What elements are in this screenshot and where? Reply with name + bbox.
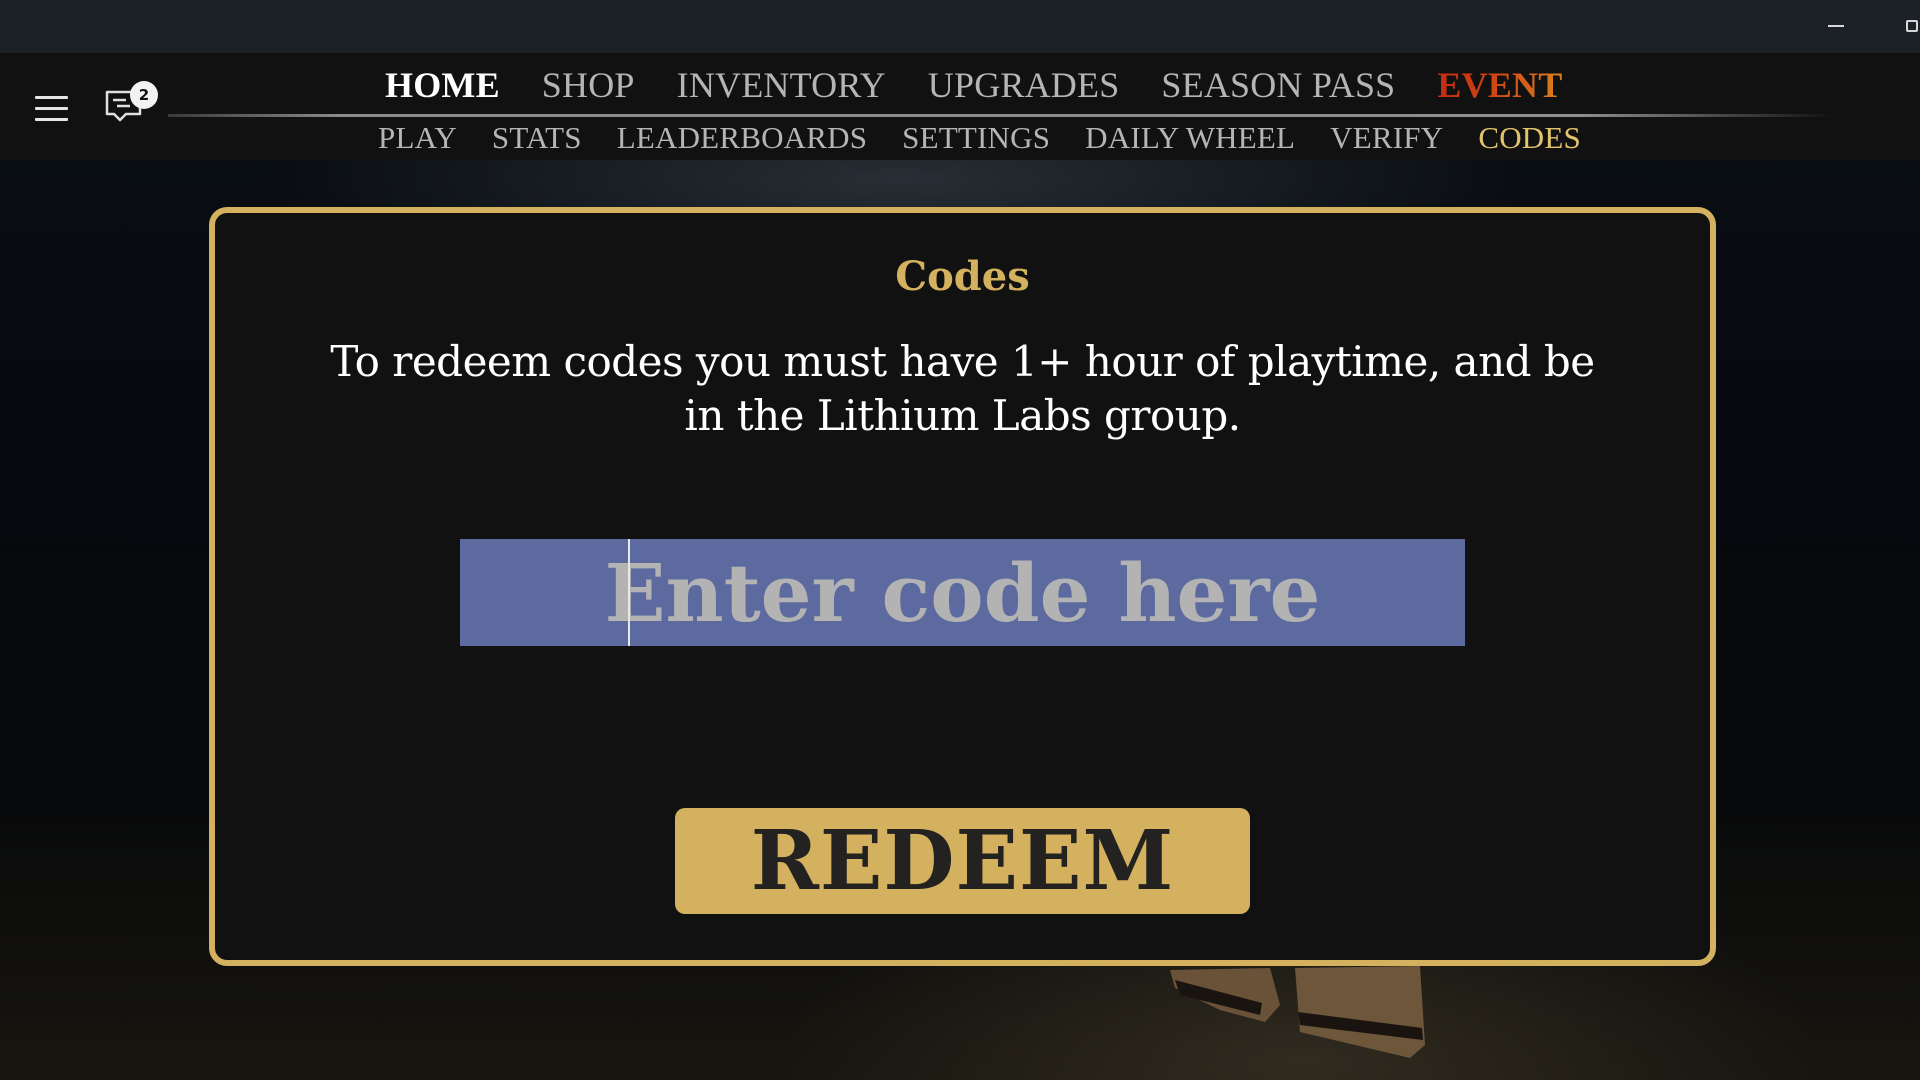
secondary-nav: PLAY STATS LEADERBOARDS SETTINGS DAILY W… xyxy=(378,118,1616,158)
restore-icon[interactable] xyxy=(1906,20,1918,32)
primary-nav: HOME SHOP INVENTORY UPGRADES SEASON PASS… xyxy=(385,62,1604,108)
text-caret xyxy=(628,539,630,646)
panel-title: Codes xyxy=(895,253,1030,300)
chat-notification-badge: 2 xyxy=(130,81,158,109)
nav-tab-verify[interactable]: VERIFY xyxy=(1330,120,1443,156)
hamburger-menu-icon[interactable] xyxy=(30,88,74,128)
nav-tab-daily-wheel[interactable]: DAILY WHEEL xyxy=(1085,120,1295,156)
nav-tab-season-pass[interactable]: SEASON PASS xyxy=(1161,64,1395,106)
nav-tab-play[interactable]: PLAY xyxy=(378,120,457,156)
nav-tab-shop[interactable]: SHOP xyxy=(542,64,635,106)
nav-tab-codes[interactable]: CODES xyxy=(1478,120,1581,156)
redeem-requirements-text: To redeem codes you must have 1+ hour of… xyxy=(330,337,1595,440)
minimize-icon[interactable] xyxy=(1828,25,1844,27)
nav-tab-event[interactable]: EVENT xyxy=(1437,64,1562,106)
nav-tab-inventory[interactable]: INVENTORY xyxy=(677,64,886,106)
nav-tab-leaderboards[interactable]: LEADERBOARDS xyxy=(617,120,867,156)
nav-tab-stats[interactable]: STATS xyxy=(492,120,582,156)
window-title-bar xyxy=(0,0,1920,53)
codes-panel: Codes To redeem codes you must have 1+ h… xyxy=(209,207,1716,966)
nav-tab-home[interactable]: HOME xyxy=(385,64,500,106)
redeem-button[interactable]: REDEEM xyxy=(675,808,1250,914)
nav-divider xyxy=(168,114,1833,117)
nav-tab-settings[interactable]: SETTINGS xyxy=(902,120,1050,156)
code-input[interactable] xyxy=(460,539,1465,646)
nav-tab-upgrades[interactable]: UPGRADES xyxy=(928,64,1120,106)
